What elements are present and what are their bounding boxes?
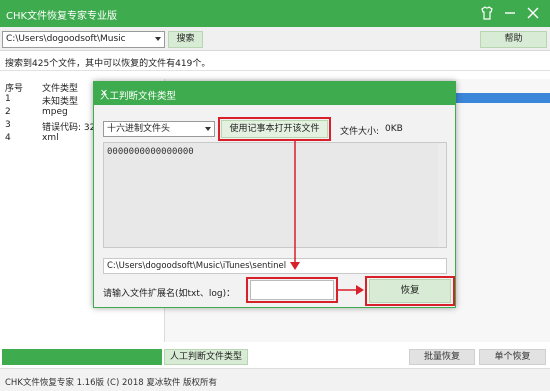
search-button[interactable]: 搜索 <box>168 31 203 48</box>
manual-type-button[interactable]: 人工判断文件类型 <box>164 349 248 365</box>
column-header-id[interactable]: 序号 <box>5 81 23 94</box>
recover-button[interactable]: 恢复 <box>369 279 451 303</box>
toolbar: C:\Users\dogoodsoft\Music 搜索 帮助 <box>0 27 550 51</box>
copyright-text: CHK文件恢复专家 1.16版 (C) 2018 夏冰软件 版权所有 <box>5 378 218 388</box>
column-header-type[interactable]: 文件类型 <box>42 81 78 94</box>
extension-input[interactable] <box>250 280 334 300</box>
search-status-text: 搜索到425个文件，其中可以恢复的文件有419个。 <box>5 59 211 69</box>
file-path-field[interactable]: C:\Users\dogoodsoft\Music\iTunes\sentine… <box>103 258 447 274</box>
help-button[interactable]: 帮助 <box>480 31 547 48</box>
header-format-value: 十六进制文件头 <box>107 124 171 134</box>
list-item-id: 3 <box>5 120 11 130</box>
list-item-id: 4 <box>5 133 11 143</box>
skin-icon[interactable] <box>478 4 496 22</box>
hex-content-text: 0000000000000000 <box>107 147 194 157</box>
app-title: CHK文件恢复专家专业版 <box>6 11 118 22</box>
file-path-text: C:\Users\dogoodsoft\Music\iTunes\sentine… <box>107 261 287 271</box>
list-item-id: 1 <box>5 94 11 104</box>
batch-recover-button[interactable]: 批量恢复 <box>409 349 475 365</box>
list-item-type: 错误代码: 32 <box>42 123 96 133</box>
path-select-value: C:\Users\dogoodsoft\Music <box>6 34 126 44</box>
chevron-down-icon <box>155 37 161 41</box>
close-icon[interactable]: ✕ <box>100 88 449 99</box>
path-select[interactable]: C:\Users\dogoodsoft\Music <box>2 31 165 48</box>
progress-bar <box>2 349 162 365</box>
selected-row-highlight[interactable] <box>455 93 550 103</box>
close-icon[interactable] <box>524 4 542 22</box>
single-recover-button[interactable]: 单个恢复 <box>479 349 546 365</box>
header-format-select[interactable]: 十六进制文件头 <box>103 121 215 137</box>
file-size-value: 0KB <box>385 124 403 134</box>
list-item-id: 2 <box>5 107 11 117</box>
chevron-down-icon <box>205 127 211 131</box>
minimize-icon[interactable] <box>501 4 519 22</box>
bottom-action-bar: 人工判断文件类型 批量恢复 单个恢复 <box>0 345 550 368</box>
list-item-type: mpeg <box>42 107 68 117</box>
open-notepad-button[interactable]: 使用记事本打开该文件 <box>221 120 328 138</box>
extension-prompt: 请输入文件扩展名(如txt、log)： <box>103 289 236 299</box>
hex-content-area[interactable]: 0000000000000000 <box>103 142 447 248</box>
list-item-type: 未知类型 <box>42 97 79 107</box>
dialog-title-bar: 人工判断文件类型 ✕ <box>94 82 455 105</box>
vertical-scrollbar[interactable] <box>438 143 446 247</box>
manual-type-dialog: 人工判断文件类型 ✕ 十六进制文件头 使用记事本打开该文件 文件大小: 0KB … <box>93 81 456 308</box>
search-status: 搜索到425个文件，其中可以恢复的文件有419个。 <box>0 51 550 71</box>
footer: CHK文件恢复专家 1.16版 (C) 2018 夏冰软件 版权所有 <box>0 368 550 391</box>
title-bar: CHK文件恢复专家专业版 <box>0 0 550 27</box>
file-size-label: 文件大小: <box>340 127 380 137</box>
list-item-type: xml <box>42 133 59 143</box>
